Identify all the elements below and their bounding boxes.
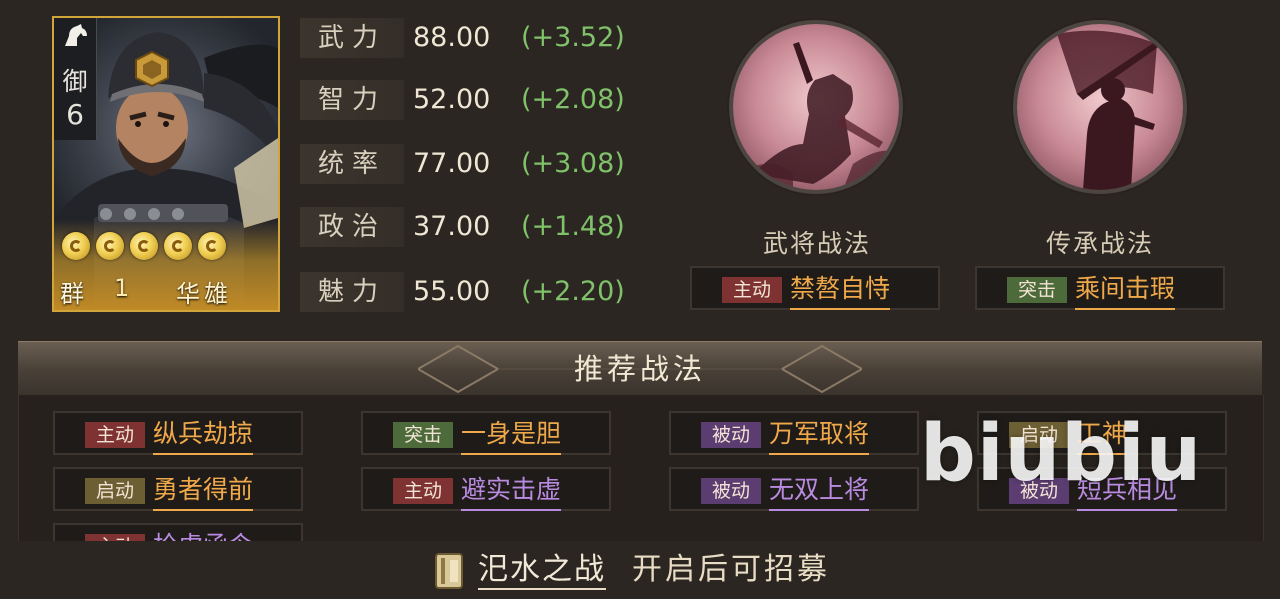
rec-skill-chip[interactable]: 主动 避实击虚 (361, 467, 611, 511)
stat-label: 统率 (300, 144, 404, 184)
star-icon (130, 232, 158, 260)
unlock-footer: 汜水之战 开启后可招募 (0, 544, 1280, 599)
rec-skill-chip[interactable]: 被动 万军取将 (669, 411, 919, 455)
stat-value: 55.00 (413, 276, 491, 307)
book-icon (435, 553, 463, 589)
skill-type-tag: 突击 (393, 422, 453, 448)
stat-label: 魅力 (300, 272, 404, 312)
rec-skill-chip[interactable]: 被动 无双上将 (669, 467, 919, 511)
cavalry-horse-icon (65, 24, 87, 46)
inherit-skill-medal[interactable] (1017, 24, 1183, 190)
skill-name-link[interactable]: 禁嗸自恃 (790, 270, 891, 310)
stat-label: 智力 (300, 80, 404, 120)
star-icon (96, 232, 124, 260)
banner-warrior-icon (1057, 30, 1171, 190)
hero-skill-chip[interactable]: 主动 禁嗸自恃 (690, 266, 940, 310)
stat-label: 武力 (300, 18, 404, 58)
skill-type-tag: 主动 (85, 534, 145, 541)
stat-row-politics: 政治 37.00 (+1.48) (300, 203, 640, 251)
skill-name-link[interactable]: 枪虎函令 (153, 527, 253, 541)
skill-name-link[interactable]: 万军取将 (769, 415, 870, 455)
skill-type-tag: 主动 (722, 277, 782, 303)
skill-name-link[interactable]: 乘间击瑕 (1075, 270, 1176, 310)
stat-label: 政治 (300, 207, 404, 247)
unlock-note: 开启后可招募 (632, 552, 830, 587)
skill-type-tag: 启动 (85, 478, 145, 504)
inherit-skill-caption: 传承战法 (1045, 229, 1154, 258)
troop-type-tab: 御 6 (54, 18, 97, 140)
star-icon (198, 232, 226, 260)
stat-bonus: (+1.48) (521, 211, 625, 242)
inherit-skill-chip[interactable]: 突击 乘间击瑕 (975, 266, 1225, 310)
rec-skill-chip[interactable]: 主动 纵兵劫掠 (53, 411, 303, 455)
rec-skill-chip[interactable]: 主动 枪虎函令 (53, 523, 303, 541)
skill-type-tag: 被动 (701, 478, 761, 504)
troop-type-char: 御 (62, 67, 88, 96)
star-icon (62, 232, 90, 260)
star-rating (62, 232, 226, 260)
stat-bonus: (+2.08) (521, 84, 625, 115)
hero-skill-caption: 武将战法 (762, 229, 871, 258)
stat-value: 37.00 (413, 211, 491, 242)
skill-name-link[interactable]: 一身是胆 (461, 415, 562, 455)
hero-name: 华雄 (176, 280, 232, 308)
skill-type-tag: 主动 (85, 422, 145, 448)
hero-card[interactable]: 御 6 群 1 华雄 (52, 16, 280, 312)
skill-type-tag: 突击 (1007, 277, 1067, 303)
hero-skill-medal[interactable] (733, 24, 899, 190)
hero-faction: 群 (60, 280, 84, 308)
hero-level: 1 (114, 274, 130, 302)
stat-value: 88.00 (413, 22, 491, 53)
stat-row-charm: 魅力 55.00 (+2.20) (300, 268, 640, 316)
watermark-text: biubiu (920, 409, 1203, 499)
battle-link[interactable]: 汜水之战 (478, 552, 606, 590)
stat-value: 77.00 (413, 148, 491, 179)
stat-bonus: (+3.08) (521, 148, 625, 179)
cost-number: 6 (66, 98, 84, 131)
stat-value: 52.00 (413, 84, 491, 115)
skill-name-link[interactable]: 避实击虚 (461, 471, 562, 511)
skill-name-link[interactable]: 无双上将 (769, 471, 870, 511)
skill-name-link[interactable]: 纵兵劫掠 (153, 415, 254, 455)
rec-skill-chip[interactable]: 突击 一身是胆 (361, 411, 611, 455)
stat-bonus: (+2.20) (521, 276, 625, 307)
skill-type-tag: 被动 (701, 422, 761, 448)
stat-bonus: (+3.52) (521, 22, 625, 53)
skill-name-link[interactable]: 勇者得前 (153, 471, 254, 511)
rec-skill-chip[interactable]: 启动 勇者得前 (53, 467, 303, 511)
stat-row-force: 武力 88.00 (+3.52) (300, 14, 640, 62)
skill-type-tag: 主动 (393, 478, 453, 504)
recommended-title: 推荐战法 (573, 352, 706, 386)
recommended-header: 推荐战法 (18, 341, 1262, 397)
stat-row-command: 统率 77.00 (+3.08) (300, 140, 640, 188)
stat-row-intelligence: 智力 52.00 (+2.08) (300, 76, 640, 124)
star-icon (164, 232, 192, 260)
cavalry-charge-icon (733, 42, 899, 190)
